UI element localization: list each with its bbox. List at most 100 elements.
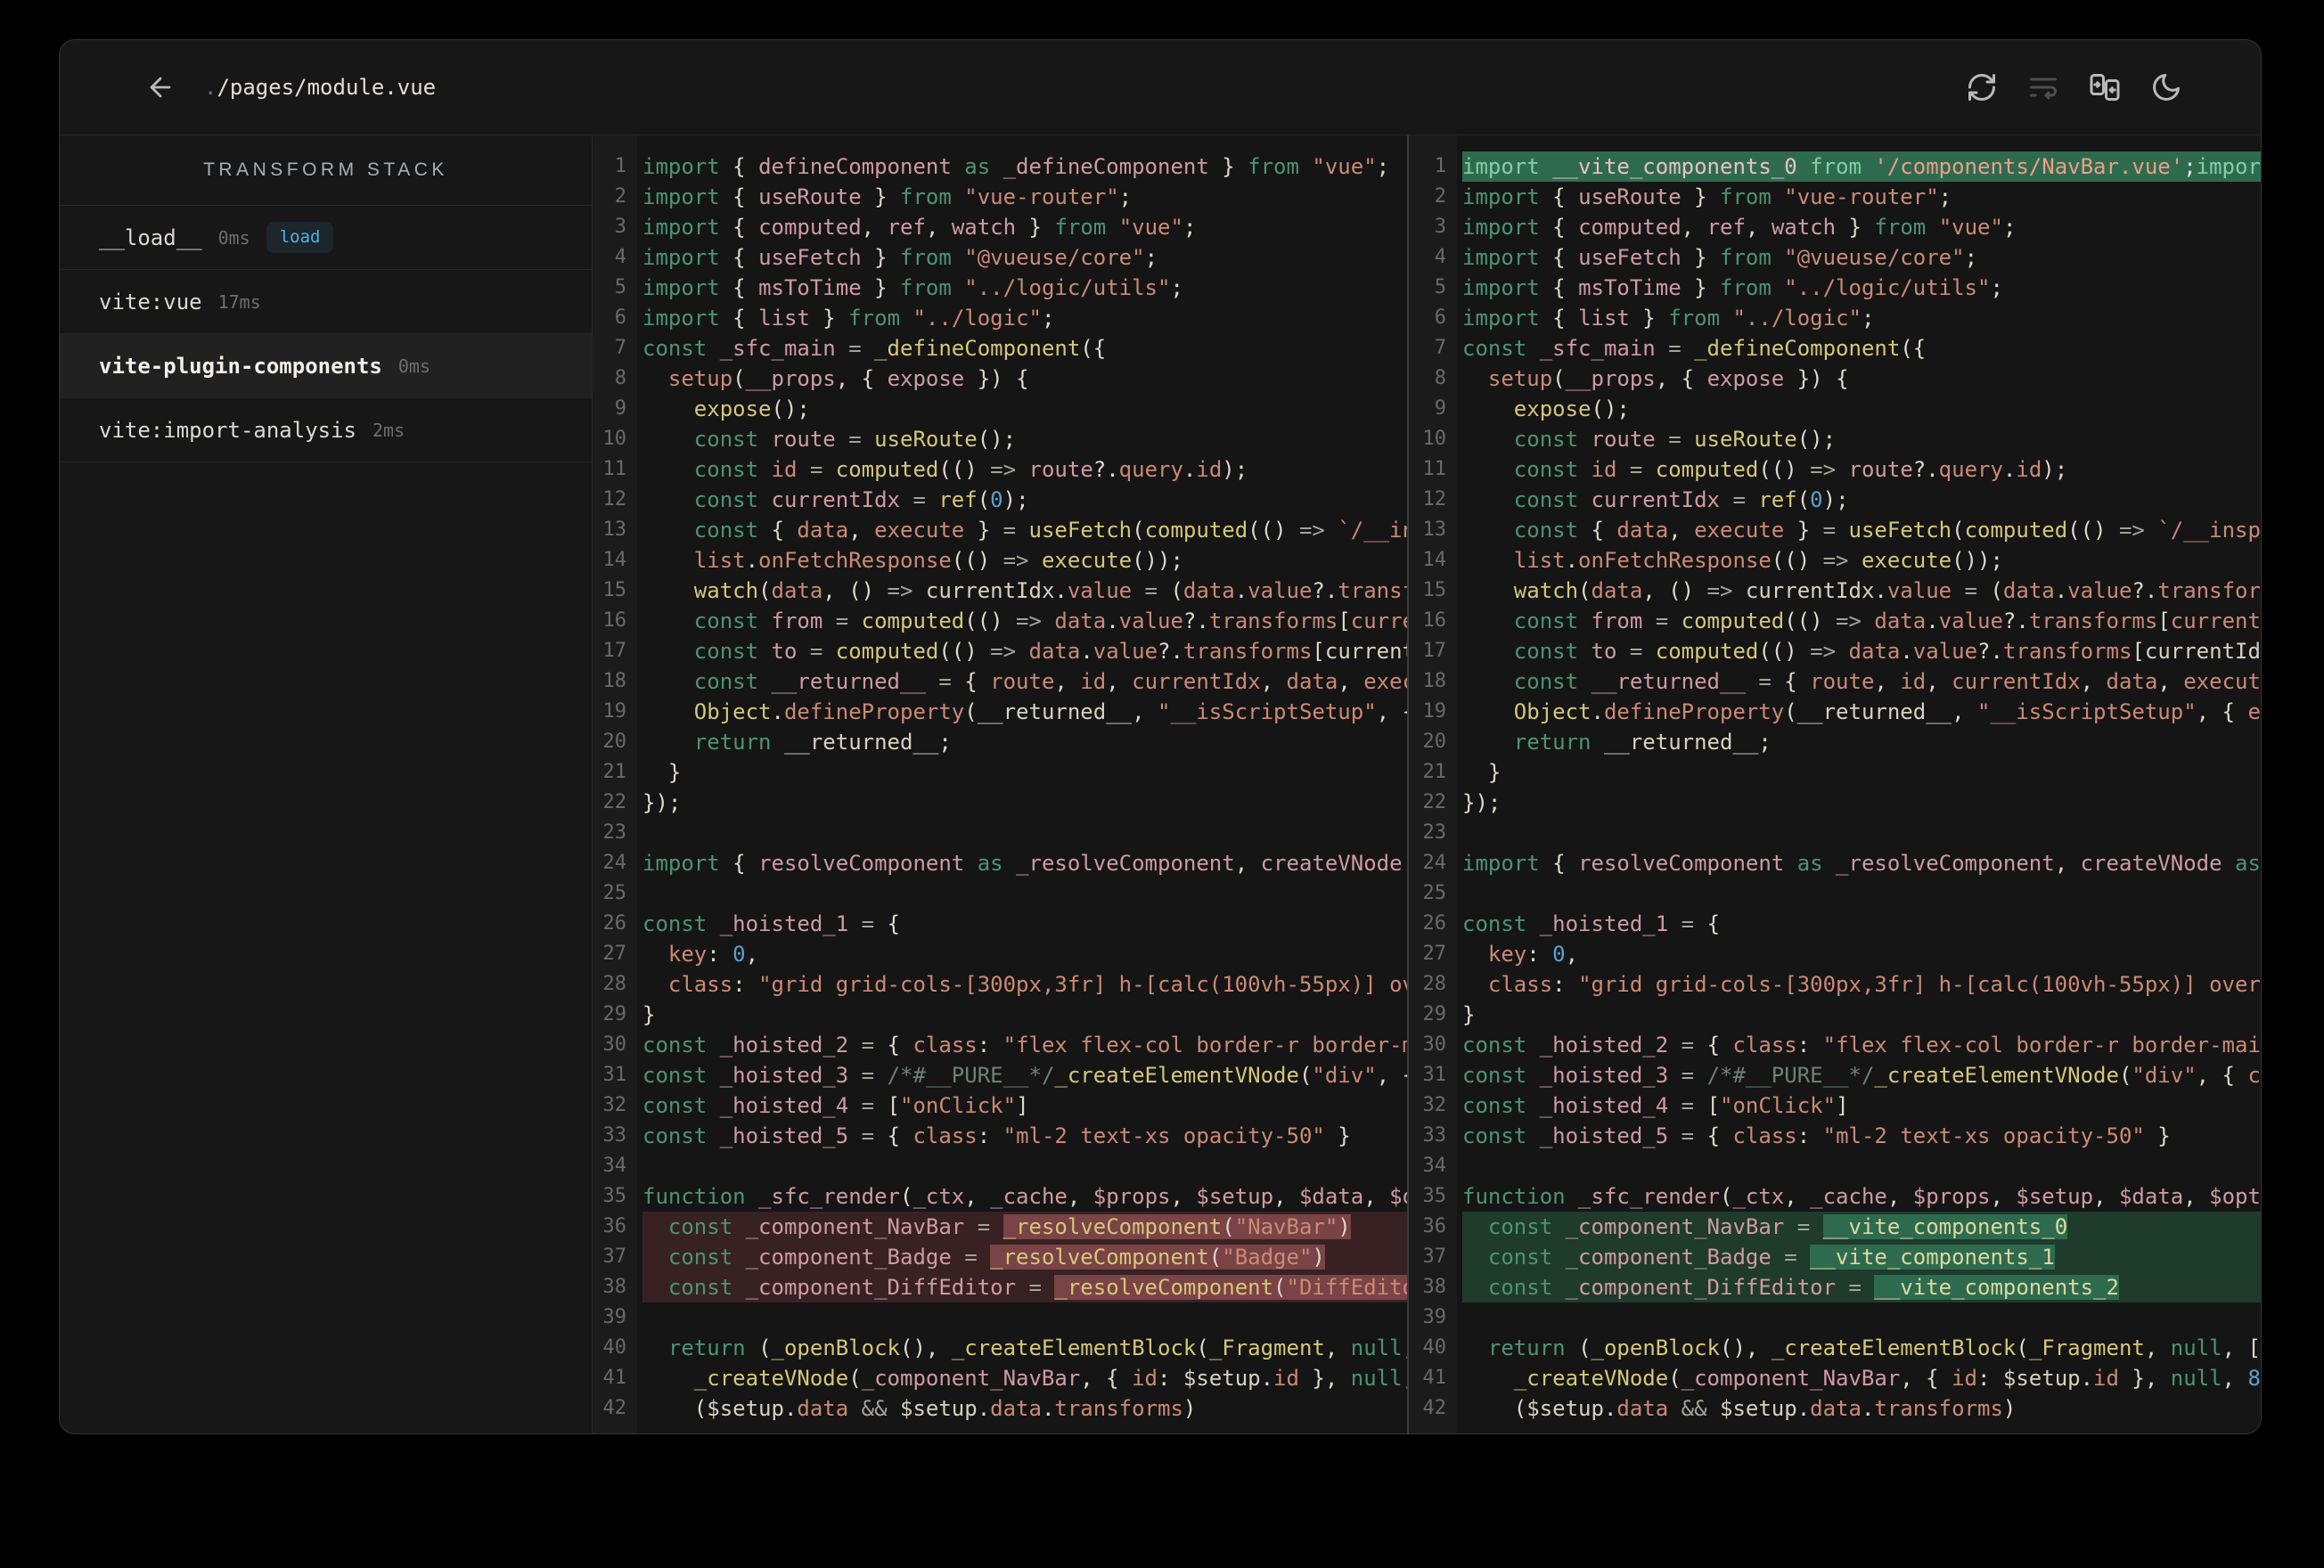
transform-stack-item[interactable]: vite-plugin-components 0ms: [60, 334, 592, 398]
line-number: 16: [602, 609, 627, 632]
plugin-time: 0ms: [217, 226, 250, 249]
code-line: import { msToTime } from "../logic/utils…: [1462, 275, 2003, 300]
code-line: import { computed, ref, watch } from "vu…: [642, 215, 1197, 240]
code-line: const _sfc_main = _defineComponent({: [1462, 336, 1927, 361]
code-line: const id = computed(() => route?.query.i…: [693, 457, 1248, 482]
code-line: const _component_DiffEditor = _resolveCo…: [642, 1272, 1407, 1303]
code-line: const _component_NavBar = _resolveCompon…: [642, 1212, 1407, 1242]
code-line: const _hoisted_5 = { class: "ml-2 text-x…: [1462, 1123, 2171, 1148]
plugin-name: vite-plugin-components: [99, 353, 382, 379]
line-number: 24: [602, 852, 627, 874]
code-line: _createVNode(_component_NavBar, { id: $s…: [693, 1366, 1407, 1391]
line-number: 41: [1422, 1367, 1447, 1389]
compare-panes-icon: [2090, 74, 2120, 101]
transform-stack-list: __load__ 0ms load vite:vue 17ms vite-plugin-c…: [60, 206, 592, 462]
code-line: const __returned__ = { route, id, curren…: [693, 669, 1407, 694]
wrap-lines-button[interactable]: [2027, 71, 2059, 103]
code-line: });: [1462, 790, 1502, 815]
code-line: import { msToTime } from "../logic/utils…: [642, 275, 1183, 300]
code-line: const route = useRoute();: [693, 427, 1017, 452]
transformed-code-editor[interactable]: import __vite_components_0 from '/compon…: [1457, 135, 2261, 1433]
code-line: const to = computed(() => data.value?.tr…: [1513, 639, 2261, 664]
line-number: 23: [1422, 821, 1447, 844]
line-number: 19: [602, 700, 627, 723]
line-number: 36: [602, 1215, 627, 1237]
line-number: 3: [1434, 216, 1446, 238]
line-number: 30: [1422, 1033, 1447, 1056]
line-number: 2: [1434, 185, 1446, 208]
line-number: 11: [602, 458, 627, 480]
code-line: const _hoisted_1 = {: [642, 911, 901, 936]
code-line: import { useFetch } from "@vueuse/core";: [642, 245, 1158, 270]
code-line: }: [642, 1002, 656, 1027]
code-line: const _hoisted_1 = {: [1462, 911, 1721, 936]
transform-stack-item[interactable]: vite:vue 17ms: [60, 270, 592, 334]
code-line: const _component_NavBar = __vite_compone…: [1462, 1212, 2261, 1242]
line-number: 13: [602, 519, 627, 541]
code-line: import { resolveComponent as _resolveCom…: [642, 851, 1403, 876]
code-line: import { defineComponent as _defineCompo…: [642, 154, 1390, 179]
code-line: list.onFetchResponse(() => execute());: [1513, 548, 2003, 573]
line-number: 29: [602, 1003, 627, 1025]
line-number: 34: [602, 1155, 627, 1177]
line-number: 14: [1422, 549, 1447, 571]
line-number: 34: [1422, 1155, 1447, 1177]
code-line: const _hoisted_4 = ["onClick"]: [1462, 1093, 1849, 1118]
line-number: 38: [602, 1276, 627, 1298]
line-number: 23: [602, 821, 627, 844]
original-code-pane: 1 2 3 4 5 6 7 8 9 10 11 12 13 14 15 16 17 18 19 20 21 22 23 24 2…: [593, 135, 1407, 1433]
code-line: import { list } from "../logic";: [1462, 306, 1875, 331]
code-line: const from = computed(() => data.value?.…: [1513, 608, 2261, 633]
line-number: 20: [602, 731, 627, 753]
line-number: 42: [602, 1397, 627, 1419]
code-line: const { data, execute } = useFetch(compu…: [1513, 518, 2261, 543]
line-number: 36: [1422, 1215, 1447, 1237]
transformed-code-pane: 1 2 3 4 5 6 7 8 9 10 11 12 13 14 15 16 17 18 19 20 21 22 23 24 2…: [1409, 135, 2261, 1433]
code-line: }: [642, 760, 682, 785]
code-line: const to = computed(() => data.value?.tr…: [693, 639, 1407, 664]
line-number: 7: [1434, 337, 1446, 359]
line-number: 21: [1422, 761, 1447, 783]
line-number: 30: [602, 1033, 627, 1056]
line-number: 21: [602, 761, 627, 783]
line-number: 25: [1422, 882, 1447, 904]
dark-mode-button[interactable]: [2150, 71, 2182, 103]
inspect-window: ./pages/module.vue TRANSFORM STACK __loa…: [59, 39, 2262, 1434]
code-line: expose();: [693, 396, 810, 421]
line-number: 11: [1422, 458, 1447, 480]
line-number: 39: [1422, 1306, 1447, 1328]
code-line: return __returned__;: [1513, 730, 1772, 755]
back-button[interactable]: [145, 72, 176, 102]
line-number: 24: [1422, 852, 1447, 874]
transform-stack-item[interactable]: vite:import-analysis 2ms: [60, 398, 592, 462]
line-number: 22: [602, 791, 627, 813]
line-number: 1: [614, 155, 626, 177]
compare-panes-button[interactable]: [2089, 71, 2121, 103]
refresh-button[interactable]: [1966, 71, 1998, 103]
line-number: 26: [602, 912, 627, 935]
transform-stack-item[interactable]: __load__ 0ms load: [60, 206, 592, 270]
line-number: 10: [1422, 428, 1447, 450]
code-line: const _hoisted_5 = { class: "ml-2 text-x…: [642, 1123, 1351, 1148]
plugin-name: vite:import-analysis: [99, 417, 356, 443]
line-number: 6: [614, 306, 626, 329]
code-line: Object.defineProperty(__returned__, "__i…: [1513, 699, 2261, 724]
line-number: 18: [1422, 670, 1447, 692]
line-number: 7: [614, 337, 626, 359]
original-code-editor[interactable]: import { defineComponent as _defineCompo…: [637, 135, 1407, 1433]
code-line: const _hoisted_3 = /*#__PURE__*/_createE…: [1462, 1063, 2261, 1088]
code-line: const _hoisted_3 = /*#__PURE__*/_createE…: [642, 1063, 1407, 1088]
line-number: 12: [602, 488, 627, 510]
code-line: const __returned__ = { route, id, curren…: [1513, 669, 2261, 694]
line-number: 39: [602, 1306, 627, 1328]
line-number: 13: [1422, 519, 1447, 541]
line-number: 16: [1422, 609, 1447, 632]
line-number: 38: [1422, 1276, 1447, 1298]
plugin-name: __load__: [99, 225, 202, 250]
line-number: 37: [1422, 1245, 1447, 1268]
line-number-gutter: 1 2 3 4 5 6 7 8 9 10 11 12 13 14 15 16 17 18 19 20 21 22 23 24 2…: [593, 135, 637, 1433]
code-line: const { data, execute } = useFetch(compu…: [693, 518, 1407, 543]
